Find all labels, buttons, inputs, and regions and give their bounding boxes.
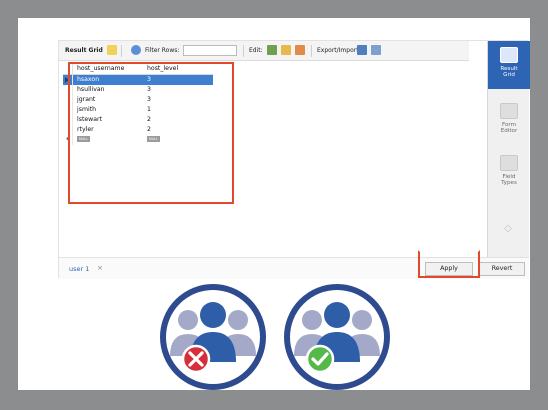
filter-rows-input[interactable] (183, 45, 237, 56)
sidebar-label: Types (501, 180, 517, 186)
users-denied-icon (160, 284, 266, 390)
edit-label: Edit: (249, 47, 263, 54)
apply-highlight-box (418, 250, 480, 278)
sidebar-item-result-grid[interactable]: Result Grid (488, 41, 530, 89)
close-icon[interactable]: × (97, 264, 103, 272)
import-icon[interactable] (371, 45, 381, 55)
delete-row-icon[interactable] (295, 45, 305, 55)
export-import-label: Export/Import: (317, 47, 361, 54)
export-icon[interactable] (357, 45, 367, 55)
sidebar-item-field-types[interactable]: Field Types (488, 149, 530, 197)
chevron-icon[interactable]: ◇ (502, 223, 514, 235)
field-types-icon (500, 155, 518, 171)
result-grid-icon (500, 47, 518, 63)
filter-label: Filter Rows: (145, 47, 180, 54)
sidebar-label: Grid (503, 72, 515, 78)
revert-button[interactable]: Revert (479, 262, 525, 276)
result-grid-label[interactable]: Result Grid (65, 47, 103, 54)
result-toolbar: Result Grid Filter Rows: Edit: Export/Im… (59, 41, 469, 61)
sidebar-label: Editor (500, 128, 518, 134)
tab-user-1[interactable]: user 1 (69, 265, 89, 273)
sidebar-item-form-editor[interactable]: Form Editor (488, 97, 530, 145)
right-sidebar: Result Grid Form Editor Field Types ◇ (487, 41, 530, 279)
filter-icon[interactable] (131, 45, 141, 55)
edit-row-icon[interactable] (267, 45, 277, 55)
users-approved-icon (284, 284, 390, 390)
grid-view-icon[interactable] (107, 45, 117, 55)
grid-highlight-box (68, 62, 234, 204)
insert-row-icon[interactable] (281, 45, 291, 55)
illustration-panel: Result Grid Filter Rows: Edit: Export/Im… (18, 18, 530, 390)
form-editor-icon (500, 103, 518, 119)
